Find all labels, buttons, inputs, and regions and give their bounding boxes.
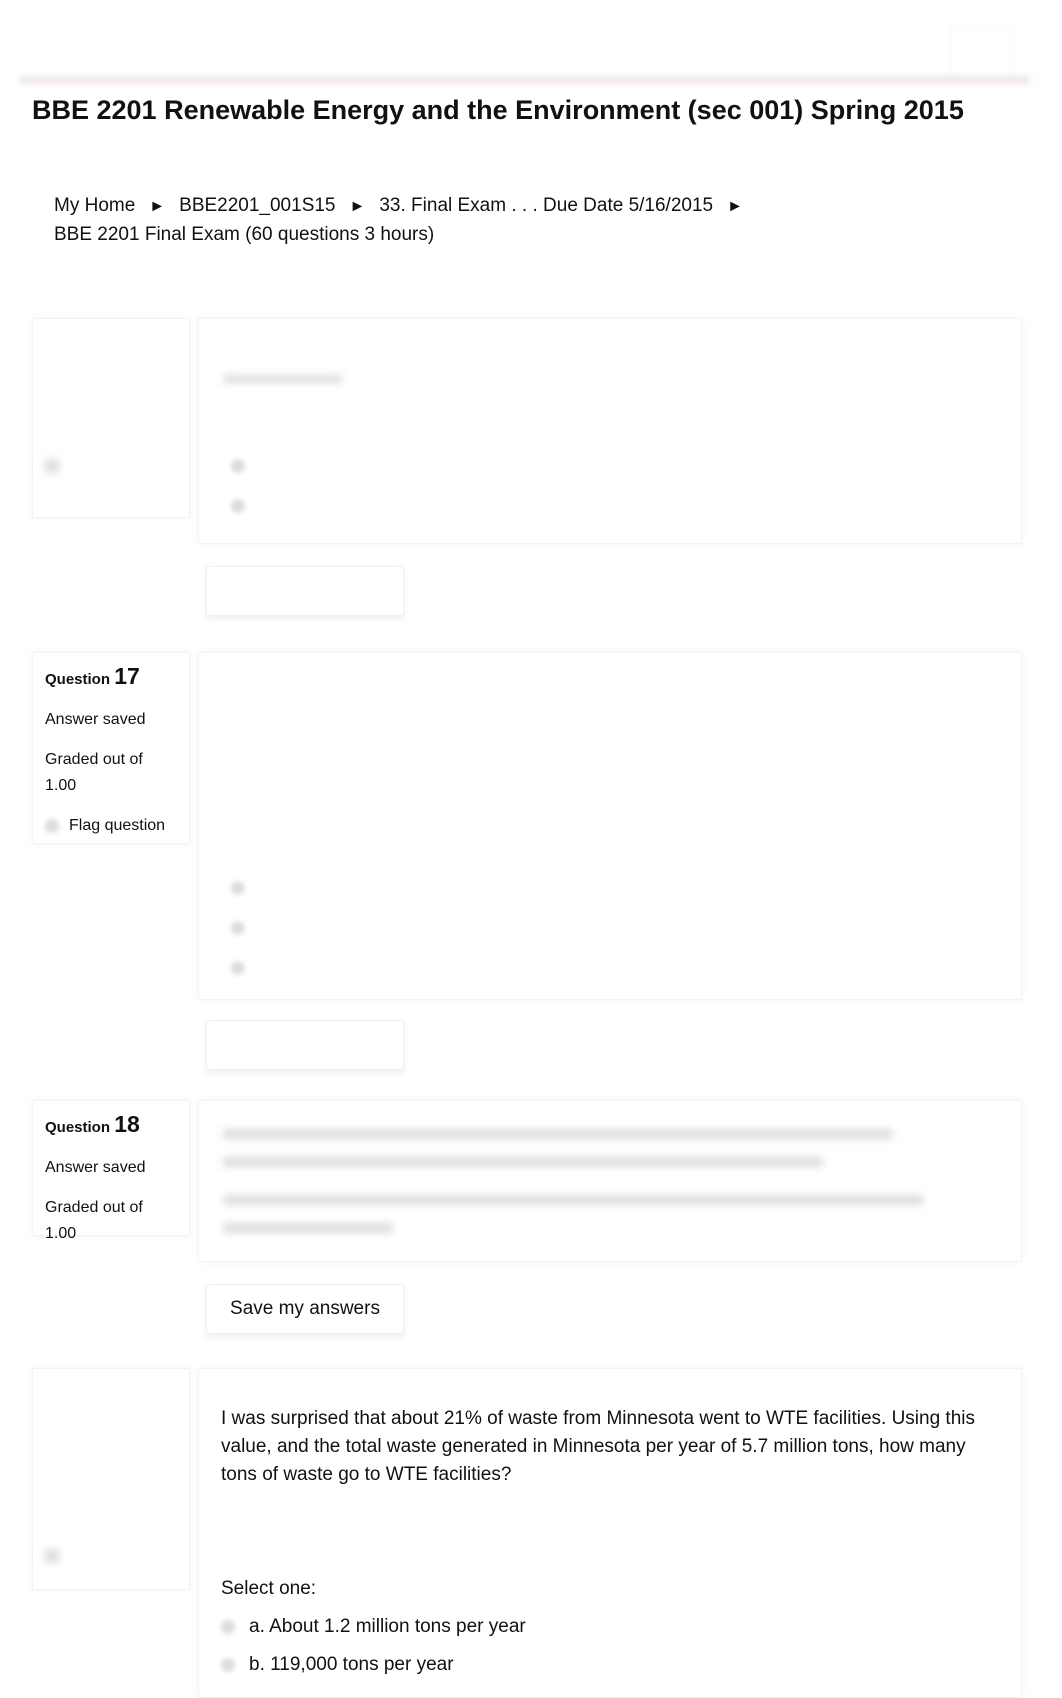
- graded-points: 1.00: [45, 1225, 77, 1242]
- page-title: BBE 2201 Renewable Energy and the Enviro…: [32, 95, 964, 125]
- blurred-text: [223, 375, 343, 383]
- breadcrumb-separator: ►: [349, 198, 366, 215]
- question-content-19: I was surprised that about 21% of waste …: [198, 1368, 1022, 1698]
- graded-points: 1.00: [45, 777, 77, 794]
- select-prompt: Select one:: [221, 1578, 317, 1599]
- radio-option[interactable]: [231, 961, 245, 975]
- header-divider: [20, 76, 1030, 84]
- graded-label: Graded out of: [45, 751, 143, 768]
- option-label: b. 119,000 tons per year: [249, 1654, 454, 1675]
- radio-option[interactable]: [231, 499, 245, 513]
- answer-status: Answer saved: [45, 711, 146, 728]
- radio-option[interactable]: [231, 459, 245, 473]
- graded-label: Graded out of: [45, 1199, 143, 1216]
- answer-option-b[interactable]: b. 119,000 tons per year: [221, 1651, 999, 1679]
- answer-option-a[interactable]: a. About 1.2 million tons per year: [221, 1613, 999, 1641]
- breadcrumb-section[interactable]: 33. Final Exam . . . Due Date 5/16/2015: [379, 195, 713, 216]
- save-button[interactable]: [206, 1020, 404, 1070]
- breadcrumb-separator: ►: [727, 198, 743, 215]
- breadcrumb: My Home ► BBE2201_001S15 ► 33. Final Exam . …: [54, 192, 954, 249]
- question-number: Question 18: [45, 1111, 140, 1137]
- breadcrumb-course[interactable]: BBE2201_001S15: [179, 195, 335, 216]
- radio-icon[interactable]: [221, 1620, 235, 1634]
- blurred-text: [223, 1157, 823, 1167]
- question-info-17: Question 17 Answer saved Graded out of 1…: [32, 652, 190, 844]
- save-my-answers-button[interactable]: Save my answers: [206, 1284, 404, 1334]
- blurred-text: [223, 1223, 393, 1233]
- breadcrumb-separator: ►: [149, 198, 166, 215]
- flag-icon[interactable]: [45, 459, 59, 473]
- question-number: Question 17: [45, 663, 140, 689]
- question-content-18: [198, 1100, 1022, 1262]
- breadcrumb-current: BBE 2201 Final Exam (60 questions 3 hour…: [54, 224, 435, 245]
- question-info-19: [32, 1368, 190, 1590]
- save-button[interactable]: [206, 566, 404, 616]
- flag-label: Flag question: [69, 817, 166, 834]
- top-right-box: [950, 28, 1014, 80]
- blurred-text: [223, 1129, 893, 1139]
- blurred-text: [223, 1195, 923, 1205]
- question-content-17: [198, 652, 1022, 1000]
- question-content-16: [198, 318, 1022, 544]
- option-label: a. About 1.2 million tons per year: [249, 1616, 526, 1637]
- radio-option[interactable]: [231, 881, 245, 895]
- question-text: I was surprised that about 21% of waste …: [221, 1408, 975, 1485]
- radio-icon[interactable]: [221, 1658, 235, 1672]
- radio-option[interactable]: [231, 921, 245, 935]
- question-info-16: [32, 318, 190, 518]
- flag-question[interactable]: Flag question: [45, 813, 177, 839]
- flag-icon: [45, 819, 59, 833]
- answer-status: Answer saved: [45, 1159, 146, 1176]
- question-info-18: Question 18 Answer saved Graded out of 1…: [32, 1100, 190, 1242]
- flag-icon[interactable]: [45, 1549, 59, 1563]
- breadcrumb-my-home[interactable]: My Home: [54, 195, 135, 216]
